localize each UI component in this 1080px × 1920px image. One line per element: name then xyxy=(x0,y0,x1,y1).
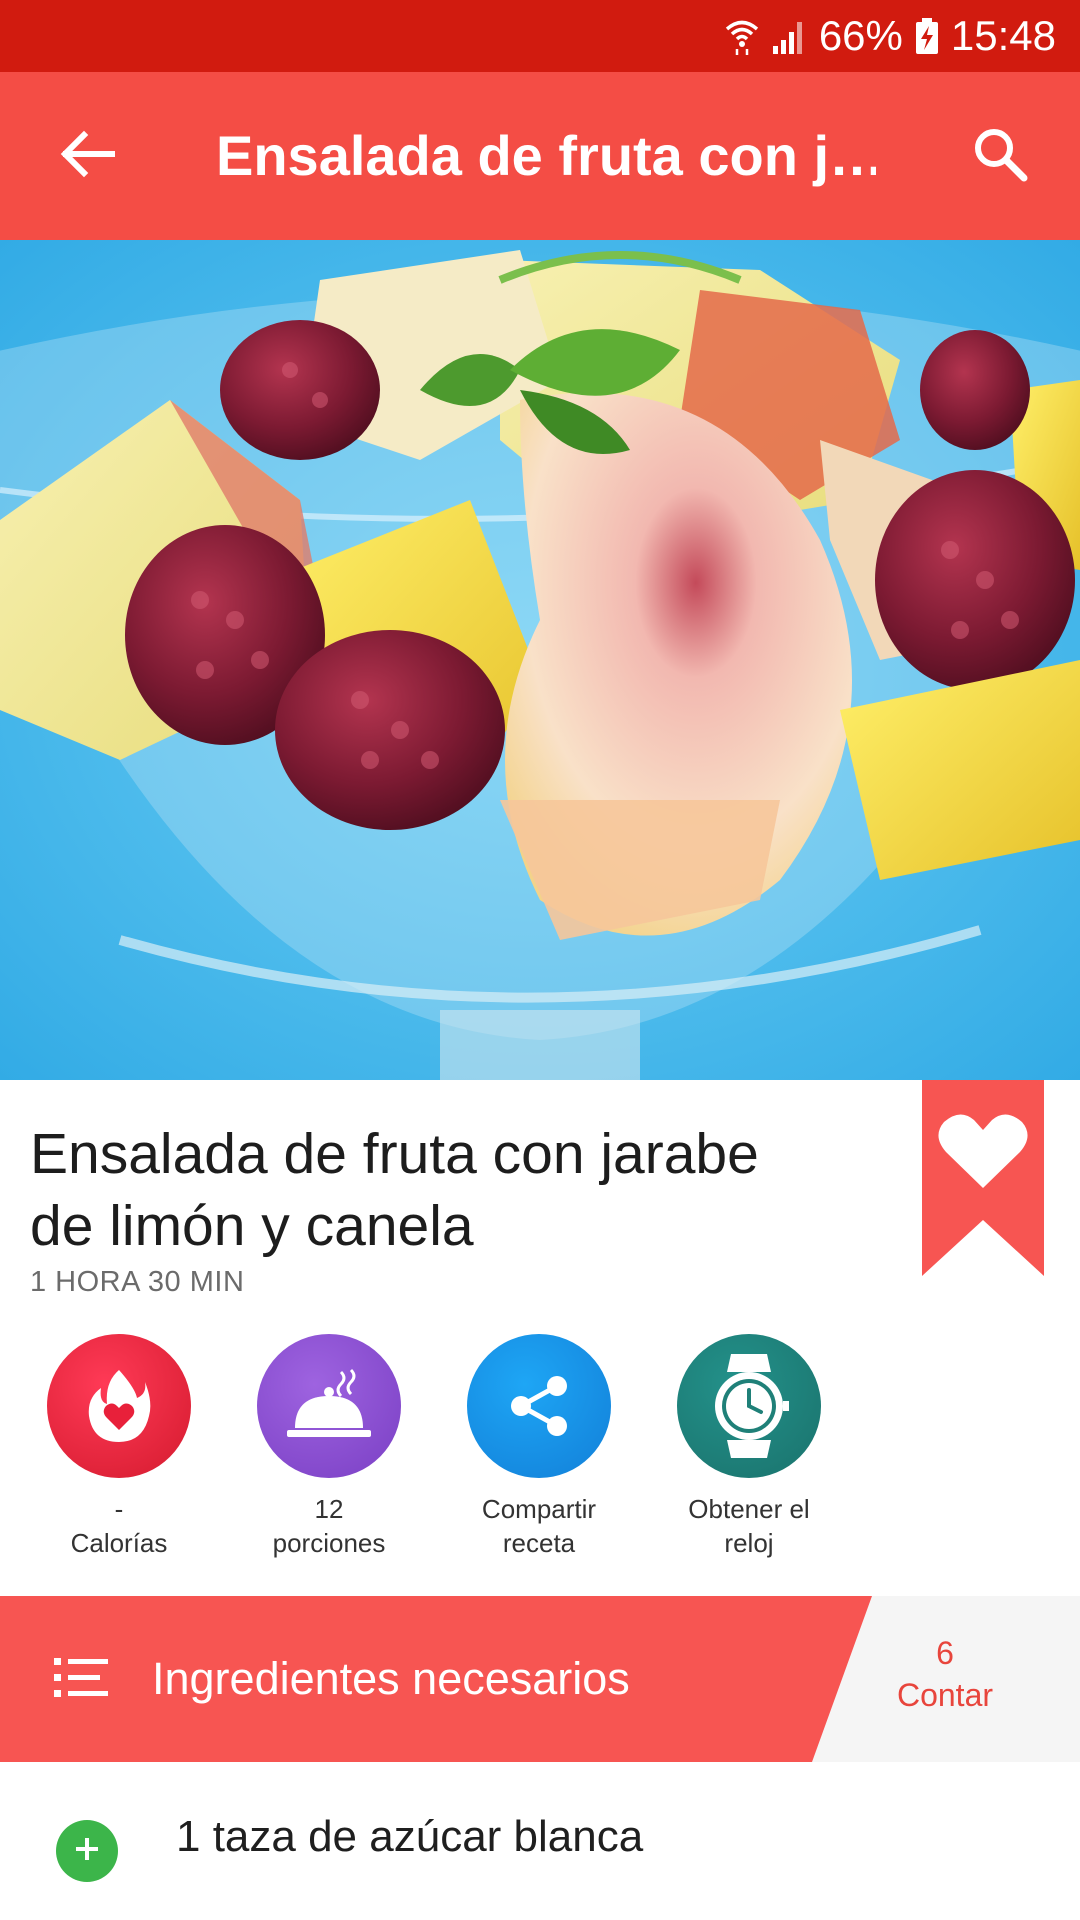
recipe-actions: - Calorías 12 porciones Compartir receta xyxy=(0,1330,1080,1560)
signal-icon xyxy=(771,18,807,54)
calories-label: Calorías xyxy=(70,1528,168,1558)
status-icons: 66% 15:48 xyxy=(725,0,1056,72)
plus-icon xyxy=(73,1835,101,1868)
share-label-line2: receta xyxy=(502,1528,576,1558)
ingredient-row: 1 taza de azúcar blanca xyxy=(0,1762,1080,1920)
clock: 15:48 xyxy=(950,12,1056,59)
arrow-left-icon xyxy=(60,130,116,183)
ingredients-title: Ingredientes necesarios xyxy=(152,1653,630,1704)
ingredients-count-value: 6 xyxy=(936,1635,954,1671)
ingredients-count-label: Contar xyxy=(896,1677,994,1713)
servings-value: 12 xyxy=(314,1494,344,1524)
app-bar: Ensalada de fruta con j… xyxy=(0,72,1080,240)
watch-label-line2: reloj xyxy=(724,1528,774,1558)
serving-dish-icon xyxy=(257,1334,401,1478)
ingredients-header: Ingredientes necesarios 6 Contar xyxy=(0,1596,1080,1762)
servings-action[interactable]: 12 porciones xyxy=(224,1330,434,1560)
add-ingredient-button[interactable] xyxy=(56,1820,118,1882)
calories-value: - xyxy=(114,1494,124,1524)
wifi-icon xyxy=(725,17,759,55)
heart-bookmark-icon xyxy=(922,1080,1044,1276)
recipe-title: Ensalada de fruta con jarabe de limón y … xyxy=(30,1122,759,1258)
flame-heart-icon xyxy=(47,1334,191,1478)
list-icon xyxy=(54,1654,108,1707)
recipe-time: 1 HORA 30 MIN xyxy=(30,1266,245,1298)
status-bar: 66% 15:48 xyxy=(0,0,1080,72)
battery-percent: 66% xyxy=(818,12,903,59)
servings-label: porciones xyxy=(272,1528,386,1558)
search-button[interactable] xyxy=(960,116,1040,196)
share-icon xyxy=(467,1334,611,1478)
calories-action[interactable]: - Calorías xyxy=(14,1330,224,1560)
back-button[interactable] xyxy=(48,116,128,196)
fruit-salad-photo xyxy=(0,240,1080,1080)
watch-icon xyxy=(677,1334,821,1478)
share-recipe-action[interactable]: Compartir receta xyxy=(434,1330,644,1560)
get-watch-action[interactable]: Obtener el reloj xyxy=(644,1330,854,1560)
app-bar-title: Ensalada de fruta con j… xyxy=(216,124,876,187)
ingredient-text: 1 taza de azúcar blanca xyxy=(176,1812,644,1861)
recipe-hero-image xyxy=(0,240,1080,1080)
favorite-bookmark-button[interactable] xyxy=(922,1080,1044,1276)
search-icon xyxy=(972,126,1028,187)
watch-label-line1: Obtener el xyxy=(688,1494,810,1524)
battery-charging-icon xyxy=(915,18,939,54)
ingredients-count-button[interactable]: 6 Contar xyxy=(850,1632,1040,1716)
share-label-line1: Compartir xyxy=(481,1494,597,1524)
